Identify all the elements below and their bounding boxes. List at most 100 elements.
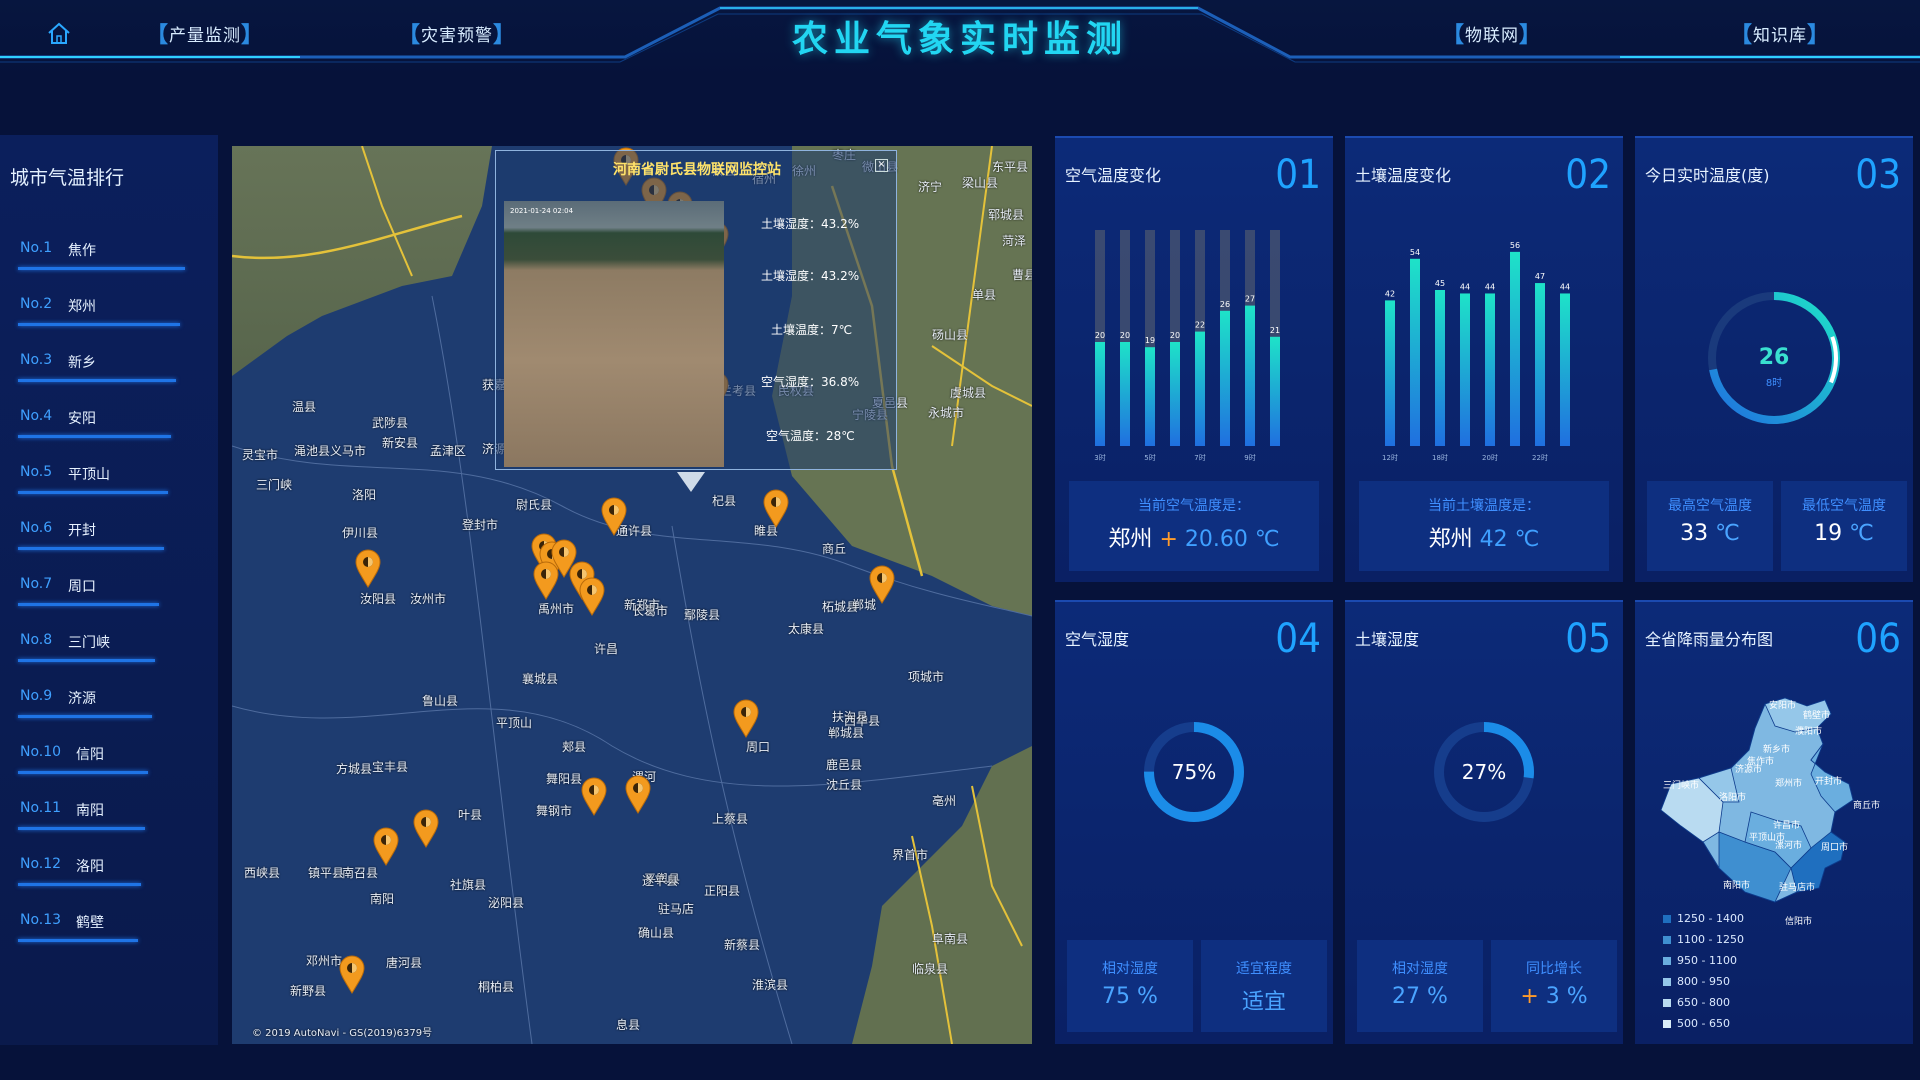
ranking-number: No.10 (20, 744, 62, 760)
current-label: 当前空气温度是： (1138, 498, 1250, 514)
ranking-item[interactable]: No.1 焦作 (0, 240, 218, 296)
map-place-label: 方城县 (336, 762, 373, 776)
location-pin-icon[interactable] (732, 698, 760, 738)
location-pin-icon[interactable] (578, 576, 606, 616)
ranking-bar (18, 379, 176, 382)
chart-bar (1510, 251, 1520, 446)
legend-swatch (1663, 915, 1671, 923)
top-header: 【产量监测】 【灾害预警】 农业气象实时监测 【物联网】 【知识库】 (0, 0, 1920, 80)
map-place-label: 桐柏县 (478, 980, 515, 994)
ranking-number: No.11 (20, 800, 62, 816)
map-place-label: 济宁 (918, 180, 943, 194)
map-place-label: 新郑市 (624, 598, 661, 612)
region-label: 济源市 (1735, 765, 1763, 775)
location-pin-icon[interactable] (372, 826, 400, 866)
location-pin-icon[interactable] (580, 776, 608, 816)
bar-value-label: 22 (1195, 321, 1205, 330)
map-place-label: 温县 (292, 400, 317, 414)
map-place-label: 三门峡 (256, 478, 293, 492)
ranking-item[interactable]: No.2 郑州 (0, 296, 218, 352)
soil-temperature-bar-chart: 42 54 45 44 44 56 47 44 12时 18时 20时 22时 (1382, 241, 1570, 462)
map-place-label: 武陟县 (372, 416, 409, 430)
ranking-item[interactable]: No.10 信阳 (0, 744, 218, 800)
ranking-bar (18, 435, 171, 438)
ranking-bar (18, 939, 138, 942)
location-pin-icon[interactable] (532, 560, 560, 600)
region-label: 信阳市 (1785, 917, 1813, 927)
nav-yield-monitor[interactable]: 【产量监测】 (146, 18, 264, 48)
map-place-label: 新安县 (382, 436, 419, 450)
bar-value-label: 44 (1485, 282, 1495, 291)
map-place-label: 登封市 (462, 518, 499, 532)
nav-iot[interactable]: 【物联网】 (1442, 18, 1542, 48)
satellite-map[interactable]: 洛阳 伊川县 汝阳县 汝州市 鲁山县 宝丰县 平顶山 郏县 襄城县 许昌 长葛市 禹州市 新郑市 登封市尉… (232, 146, 1032, 1044)
map-place-label: 商丘 (822, 542, 847, 556)
ranking-item[interactable]: No.3 新乡 (0, 352, 218, 408)
ranking-city: 济源 (68, 691, 96, 707)
legend-label: 800 - 950 (1677, 975, 1730, 988)
chart-bar (1535, 283, 1545, 446)
map-place-label: 太康县 (788, 622, 825, 636)
map-place-label: 杞县 (712, 494, 737, 508)
location-pin-icon[interactable] (338, 954, 366, 994)
relative-humidity-box: 相对湿度 75 % (1067, 940, 1193, 1032)
map-place-label: 新蔡县 (724, 938, 761, 952)
current-temperature: 42 ℃ (1479, 527, 1540, 552)
axis-tick-label: 9时 (1244, 453, 1255, 462)
axis-tick-label: 20时 (1482, 453, 1498, 462)
ranking-item[interactable]: No.7 周口 (0, 576, 218, 632)
ranking-bar (18, 827, 145, 830)
ranking-city: 南阳 (76, 803, 104, 819)
location-pin-icon[interactable] (762, 488, 790, 528)
location-pin-icon[interactable] (354, 548, 382, 588)
chart-bar (1485, 293, 1495, 446)
card-air-temperature-trend: 空气温度变化 01 20 20 19 20 22 26 27 21 3时 5时 7时 9时 当前空气温… (1055, 136, 1333, 582)
chart-bar (1460, 293, 1470, 446)
location-pin-icon[interactable] (412, 808, 440, 848)
relative-humidity-box: 相对湿度 27 % (1357, 940, 1483, 1032)
card-air-humidity: 空气湿度 04 75% 相对湿度 75 % 适宜程度 适宜 (1055, 600, 1333, 1044)
ranking-city: 安阳 (68, 411, 96, 427)
ranking-number: No.3 (20, 352, 53, 368)
current-air-temp-box: 当前空气温度是： 郑州 + 20.60 ℃ (1069, 481, 1319, 571)
map-place-label: 叶县 (458, 808, 483, 822)
ranking-item[interactable]: No.13 鹤壁 (0, 912, 218, 968)
bar-value-label: 20 (1170, 331, 1180, 340)
legend-swatch (1663, 1020, 1671, 1028)
ranking-item[interactable]: No.8 三门峡 (0, 632, 218, 688)
soil-humidity-ring: 27% (1434, 722, 1534, 822)
close-icon[interactable]: × (875, 159, 888, 172)
current-value: 郑州 + 20.60 ℃ (1069, 521, 1319, 553)
map-place-label: 息县 (616, 1018, 641, 1032)
ranking-city: 平顶山 (68, 467, 110, 483)
location-pin-icon[interactable] (868, 564, 896, 604)
map-place-label: 宝丰县 (372, 760, 409, 774)
ranking-item[interactable]: No.11 南阳 (0, 800, 218, 856)
card-title: 空气湿度 (1065, 630, 1130, 649)
bar-value-label: 44 (1560, 282, 1570, 291)
nav-knowledge-base[interactable]: 【知识库】 (1730, 18, 1830, 48)
min-temp-label: 最低空气温度 (1802, 498, 1886, 514)
home-icon[interactable] (46, 20, 72, 46)
nav-disaster-warning[interactable]: 【灾害预警】 (398, 18, 516, 48)
axis-tick-label: 3时 (1094, 453, 1105, 462)
ranking-bar (18, 659, 155, 662)
location-pin-icon[interactable] (600, 496, 628, 536)
map-place-label: 孟津区 (430, 444, 467, 458)
ranking-item[interactable]: No.6 开封 (0, 520, 218, 576)
chart-bar (1145, 347, 1155, 446)
map-place-label: 泌阳县 (488, 896, 525, 910)
ranking-item[interactable]: No.4 安阳 (0, 408, 218, 464)
map-place-label: 曹县 (1012, 268, 1032, 282)
chart-bar (1170, 342, 1180, 446)
card-number: 05 (1565, 616, 1611, 662)
bar-value-label: 45 (1435, 279, 1445, 288)
ranking-item[interactable]: No.9 济源 (0, 688, 218, 744)
gauge-time: 8时 (1766, 377, 1782, 389)
location-pin-icon[interactable] (624, 774, 652, 814)
station-camera-photo: 2021-01-24 02:04 (504, 201, 724, 467)
ranking-item[interactable]: No.12 洛阳 (0, 856, 218, 912)
chart-bar (1385, 300, 1395, 446)
ranking-item[interactable]: No.5 平顶山 (0, 464, 218, 520)
popup-reading: 土壤湿度：43.2% (761, 217, 860, 231)
